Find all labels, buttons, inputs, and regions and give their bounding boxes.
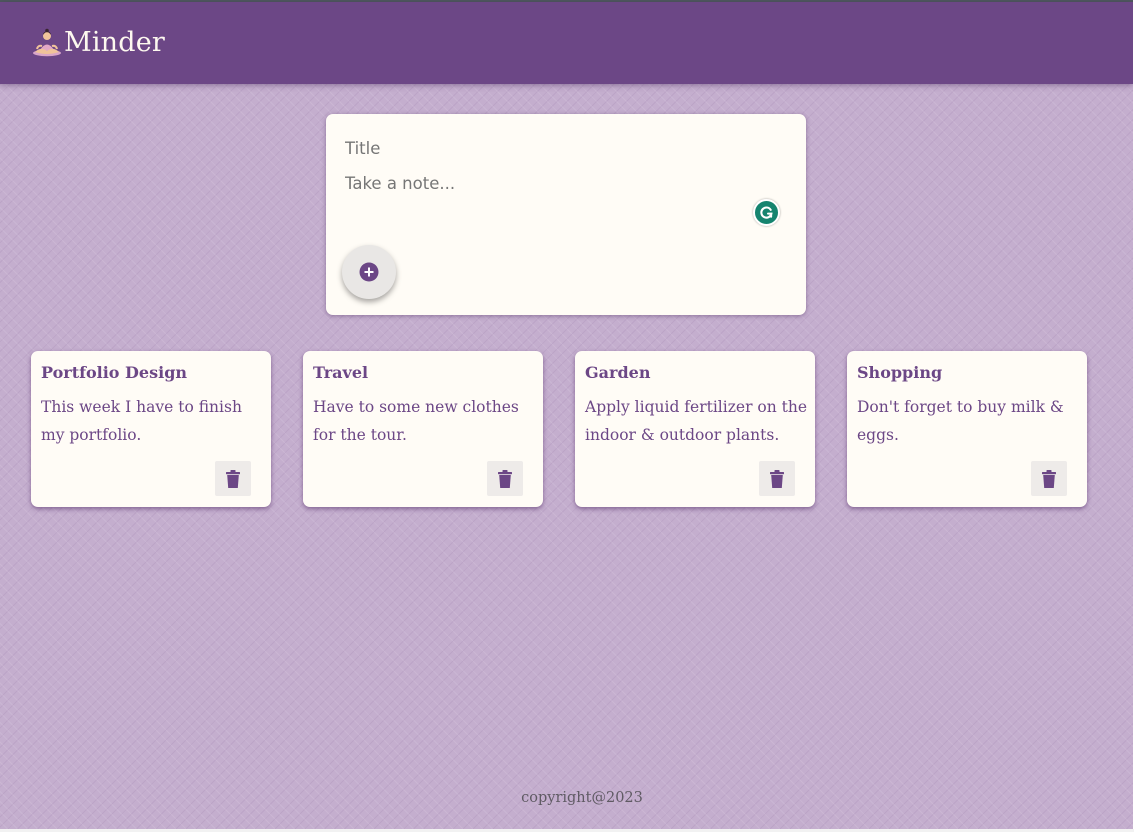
app-header: Minder (0, 2, 1133, 84)
grammarly-icon[interactable] (753, 199, 780, 226)
delete-note-button[interactable] (215, 461, 251, 496)
delete-note-button[interactable] (1031, 461, 1067, 496)
delete-note-button[interactable] (487, 461, 523, 496)
note-content: Don't forget to buy milk & eggs. (857, 398, 1064, 444)
note-title-input[interactable] (345, 136, 775, 160)
note-content: This week I have to finish my portfolio. (41, 398, 242, 444)
note-content: Apply liquid fertilizer on the indoor & … (585, 398, 808, 444)
note-content: Have to some new clothes for the tour. (313, 398, 519, 444)
add-note-button[interactable] (342, 245, 396, 299)
note-card: Travel Have to some new clothes for the … (303, 351, 543, 507)
note-title: Travel (313, 363, 369, 382)
trash-icon (1042, 470, 1056, 488)
trash-icon (226, 470, 240, 488)
delete-note-button[interactable] (759, 461, 795, 496)
footer-copyright: copyright@2023 (521, 790, 643, 806)
note-title: Portfolio Design (41, 363, 188, 382)
trash-icon (498, 470, 512, 488)
note-title: Shopping (857, 363, 943, 382)
note-content-input[interactable] (345, 174, 775, 198)
app-title: Minder (64, 26, 166, 58)
trash-icon (770, 470, 784, 488)
brand[interactable]: Minder (31, 22, 165, 62)
note-card: Garden Apply liquid fertilizer on the in… (575, 351, 815, 507)
note-card: Portfolio Design This week I have to fin… (31, 351, 271, 507)
note-card: Shopping Don't forget to buy milk & eggs… (847, 351, 1087, 507)
create-note-form (326, 114, 806, 315)
meditating-person-icon (33, 28, 61, 57)
note-title: Garden (585, 363, 651, 382)
add-circle-icon (359, 262, 379, 282)
